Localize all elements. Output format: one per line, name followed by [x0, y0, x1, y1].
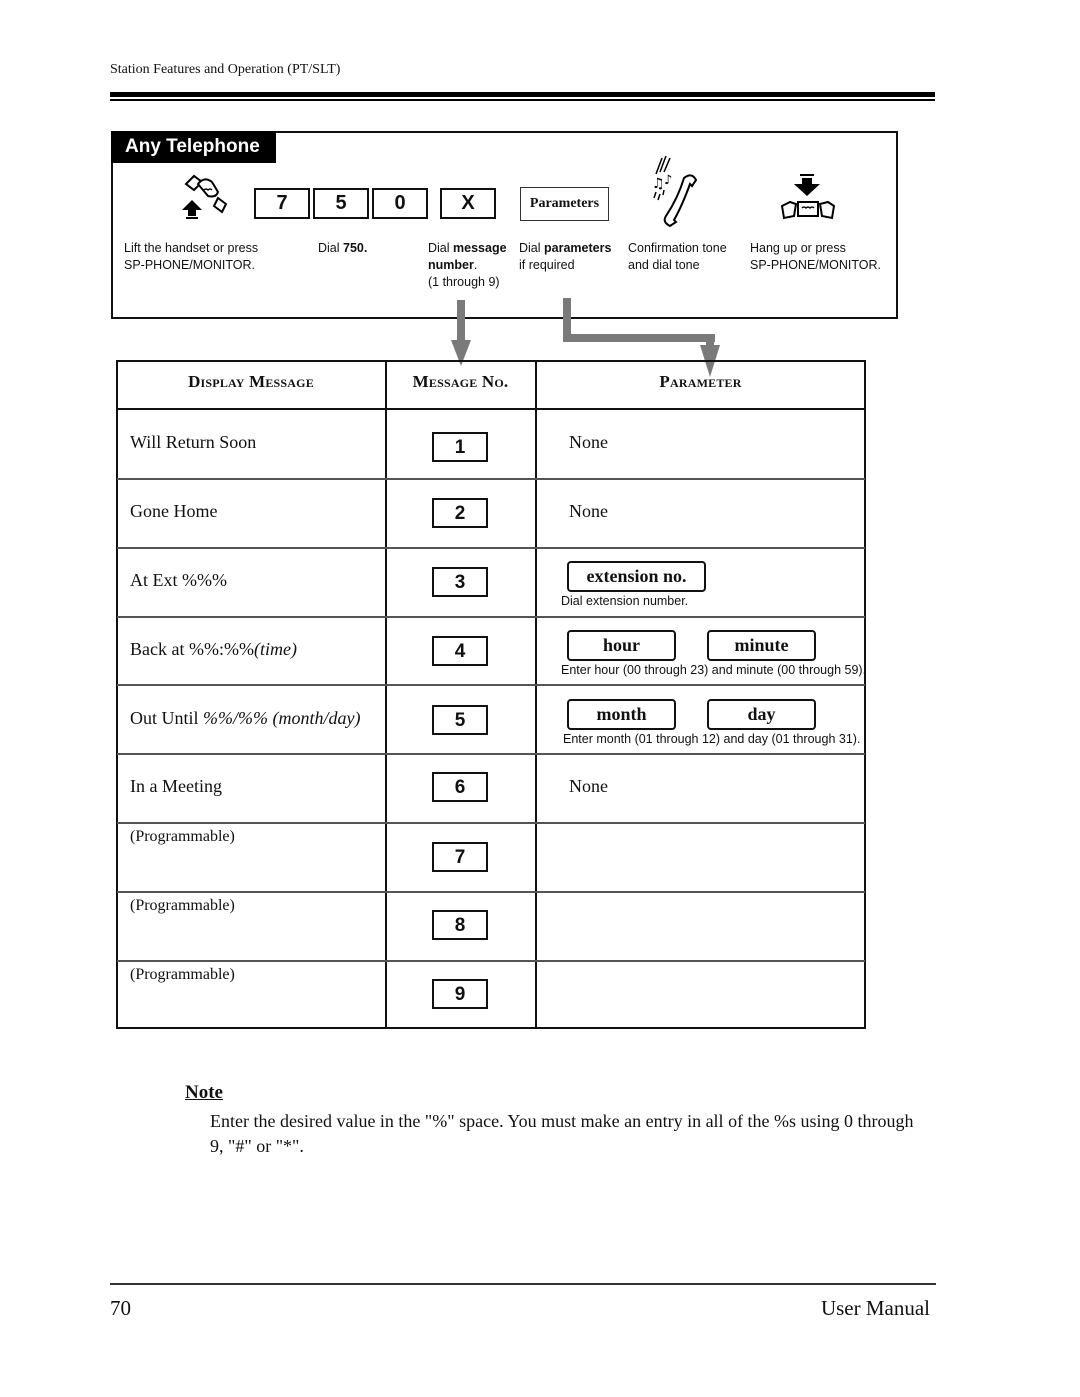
caption-bold: parameters	[544, 241, 612, 255]
caption-bold: 750.	[343, 241, 368, 255]
parameter-box-minute: minute	[707, 630, 816, 661]
column-divider	[535, 360, 537, 1029]
caption-line: SP-PHONE/MONITOR.	[124, 258, 256, 272]
step-caption-confirmation: Confirmation tone and dial tone	[628, 240, 727, 274]
display-message: At Ext %%%	[130, 570, 227, 590]
message-number-key: 8	[432, 910, 488, 940]
parameter-box-month: month	[567, 699, 676, 730]
column-header-display-message: Display Message	[188, 372, 314, 391]
display-message-programmable: (Programmable)	[130, 897, 235, 914]
row-divider	[117, 891, 865, 893]
display-message: Will Return Soon	[130, 432, 257, 452]
message-number-key: 5	[432, 705, 488, 735]
caption-line: Confirmation tone	[628, 241, 727, 255]
message-number-key: 2	[432, 498, 488, 528]
caption-line: if required	[519, 258, 575, 272]
svg-text:♪: ♪	[664, 173, 672, 188]
message-number-key: 7	[432, 842, 488, 872]
header-rule-thin	[110, 99, 935, 101]
message-italic: %%/%% (month/day)	[203, 708, 361, 728]
row-divider	[117, 960, 865, 962]
note-body: Enter the desired value in the "%" space…	[210, 1111, 914, 1156]
parameters-key: Parameters	[520, 187, 609, 221]
display-message: Back at %%:%%(time)	[130, 639, 297, 660]
parameter-none: None	[569, 776, 608, 796]
message-number-key: 3	[432, 567, 488, 597]
row-divider	[117, 547, 865, 549]
caption-line: Lift the handset or press	[124, 241, 259, 255]
display-message: Out Until %%/%% (month/day)	[130, 708, 360, 729]
message-number-key: X	[440, 188, 496, 219]
header-divider	[117, 408, 865, 410]
parameter-hint: Enter month (01 through 12) and day (01 …	[563, 732, 861, 746]
procedure-tab-label: Any Telephone	[111, 131, 276, 163]
off-hook-icon	[182, 174, 228, 219]
display-message-programmable: (Programmable)	[130, 828, 235, 845]
dial-key-5: 5	[313, 188, 369, 219]
parameter-box-hour: hour	[567, 630, 676, 661]
manual-title: User Manual	[820, 1296, 930, 1320]
caption-text: Dial	[318, 241, 344, 255]
caption-text: .	[473, 258, 478, 272]
caption-line: SP-PHONE/MONITOR.	[750, 258, 882, 272]
page-number: 70	[110, 1296, 131, 1320]
display-message: Gone Home	[130, 501, 218, 521]
parameter-hint: Enter hour (00 through 23) and minute (0…	[561, 663, 867, 677]
caption-text: Dial	[519, 241, 545, 255]
header-rule-thick	[110, 92, 935, 97]
step-caption-hang-up: Hang up or press SP-PHONE/MONITOR.	[750, 240, 881, 274]
caption-line: Hang up or press	[750, 241, 846, 255]
message-number-key: 4	[432, 636, 488, 666]
parameter-box-extension-no: extension no.	[567, 561, 706, 592]
message-text: Out Until	[130, 708, 204, 728]
parameter-none: None	[569, 501, 608, 521]
message-number-key: 9	[432, 979, 488, 1009]
parameter-hint: Dial extension number.	[561, 594, 689, 608]
message-text: Back at %%:%%	[130, 639, 254, 659]
message-table	[116, 360, 866, 1029]
message-italic: (time)	[253, 639, 297, 659]
note-title: Note	[185, 1082, 223, 1103]
step-caption-dial-750: Dial 750.	[318, 240, 367, 257]
column-header-parameter: Parameter	[659, 372, 742, 391]
step-caption-parameters: Dial parameters if required	[519, 240, 611, 274]
display-message-programmable: (Programmable)	[130, 966, 235, 983]
row-divider	[117, 753, 865, 755]
on-hook-icon	[780, 174, 836, 220]
dial-key-7: 7	[254, 188, 310, 219]
row-divider	[117, 822, 865, 824]
caption-bold: number	[428, 258, 474, 272]
running-header: Station Features and Operation (PT/SLT)	[110, 62, 341, 77]
parameter-none: None	[569, 432, 608, 452]
step-caption-message-number: Dial message number. (1 through 9)	[428, 240, 507, 291]
caption-text: Dial	[428, 241, 454, 255]
column-divider	[385, 360, 387, 1029]
caption-bold: message	[453, 241, 507, 255]
row-divider	[117, 478, 865, 480]
row-divider	[117, 616, 865, 618]
row-divider	[117, 684, 865, 686]
arrow-to-parameter-horizontal	[563, 334, 715, 342]
footer-rule	[110, 1283, 936, 1285]
message-number-key: 1	[432, 432, 488, 462]
step-caption-lift: Lift the handset or press SP-PHONE/MONIT…	[124, 240, 258, 274]
display-message: In a Meeting	[130, 776, 222, 796]
svg-text:♫: ♫	[652, 176, 665, 192]
parameter-box-day: day	[707, 699, 816, 730]
caption-line: (1 through 9)	[428, 275, 500, 289]
column-header-message-no: Message No.	[412, 372, 509, 391]
confirmation-tone-icon: ♫ ♪	[652, 155, 698, 228]
message-number-key: 6	[432, 772, 488, 802]
caption-line: and dial tone	[628, 258, 700, 272]
dial-key-0: 0	[372, 188, 428, 219]
